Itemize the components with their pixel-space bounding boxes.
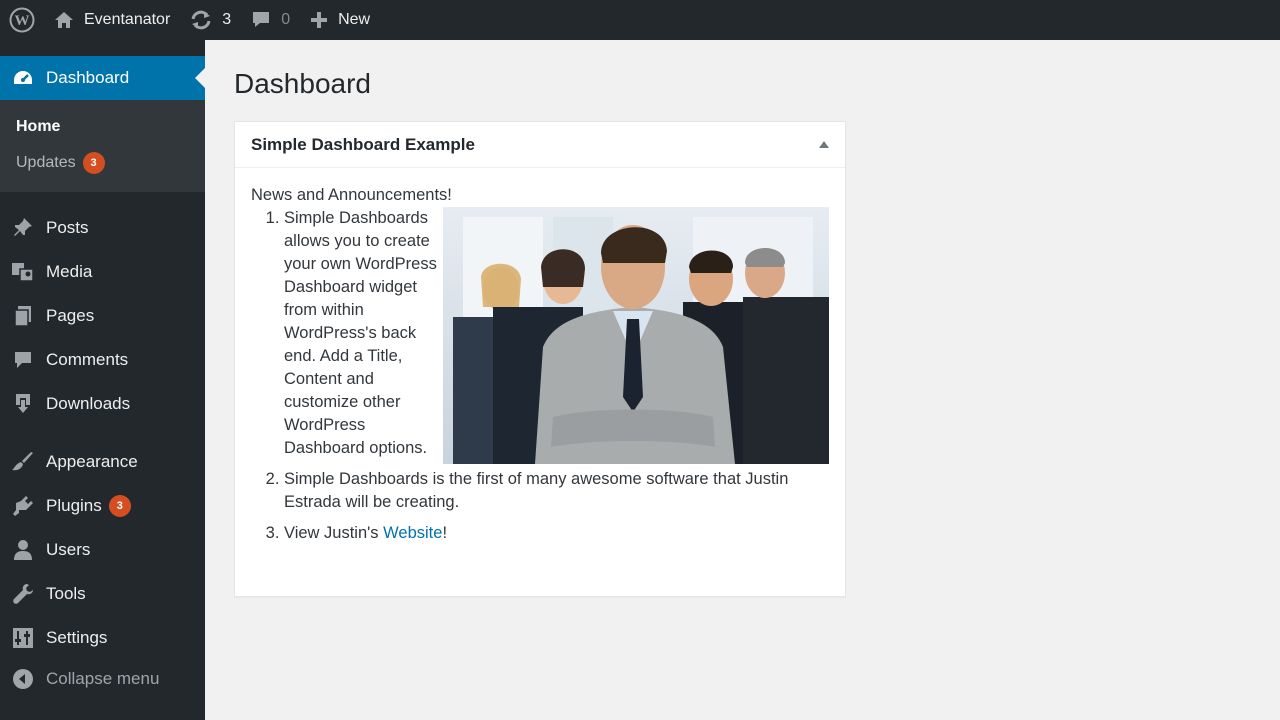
menu-item-posts[interactable]: Posts (0, 206, 205, 250)
admin-sidebar: Dashboard Home Updates 3 Posts Media Pag… (0, 40, 205, 720)
new-content-link[interactable]: New (300, 0, 380, 40)
comment-icon (251, 11, 271, 29)
submenu-home-label: Home (16, 118, 61, 135)
settings-icon (11, 626, 35, 650)
widget-header[interactable]: Simple Dashboard Example (235, 122, 845, 168)
submenu-updates-label: Updates (16, 154, 76, 171)
new-label: New (338, 11, 371, 28)
menu-item-appearance[interactable]: Appearance (0, 440, 205, 484)
dashboard-widget: Simple Dashboard Example News and Announ… (234, 121, 846, 597)
comments-count: 0 (281, 11, 291, 28)
page-title: Dashboard (234, 68, 371, 99)
menu-item-settings[interactable]: Settings (0, 616, 205, 660)
dashboard-icon (11, 66, 35, 90)
menu-label: Tools (46, 584, 86, 603)
menu-label: Pages (46, 306, 95, 325)
updates-badge: 3 (82, 152, 105, 174)
menu-label: Downloads (46, 394, 131, 413)
menu-item-tools[interactable]: Tools (0, 572, 205, 616)
submenu-item-updates[interactable]: Updates 3 (16, 152, 105, 174)
refresh-icon (190, 10, 212, 30)
menu-item-downloads[interactable]: Downloads (0, 382, 205, 426)
download-icon (11, 392, 35, 416)
wordpress-logo-icon[interactable]: W (0, 0, 44, 40)
wrench-icon (11, 582, 35, 606)
menu-label: Settings (46, 628, 108, 647)
collapse-label: Collapse menu (46, 669, 160, 688)
menu-label: Plugins (46, 496, 102, 515)
list-item: Simple Dashboards is the first of many a… (284, 468, 829, 514)
admin-bar: W Eventanator 3 0 New (0, 0, 1280, 40)
collapse-toggle-icon[interactable] (819, 141, 829, 148)
menu-item-dashboard[interactable]: Dashboard (0, 56, 205, 100)
list-item: View Justin's Website! (284, 522, 829, 545)
business-team-photo (443, 207, 829, 464)
updates-count: 3 (222, 11, 232, 28)
menu-item-users[interactable]: Users (0, 528, 205, 572)
pin-icon (11, 216, 35, 240)
user-icon (11, 538, 35, 562)
comments-link[interactable]: 0 (241, 0, 300, 40)
brush-icon (11, 450, 35, 474)
submenu-item-home[interactable]: Home (16, 118, 60, 136)
widget-title: Simple Dashboard Example (251, 134, 475, 154)
site-name-link[interactable]: Eventanator (44, 0, 180, 40)
updates-link[interactable]: 3 (180, 0, 241, 40)
menu-item-pages[interactable]: Pages (0, 294, 205, 338)
dashboard-submenu: Home Updates 3 (0, 100, 205, 192)
widget-intro: News and Announcements! (251, 186, 452, 204)
current-arrow (195, 68, 205, 88)
menu-label: Media (46, 262, 93, 281)
list-item-suffix: ! (442, 524, 448, 542)
plus-icon (310, 11, 328, 29)
menu-label: Appearance (46, 452, 138, 471)
menu-item-comments[interactable]: Comments (0, 338, 205, 382)
menu-label: Posts (46, 218, 89, 237)
list-item-text: View Justin's (284, 524, 384, 542)
widget-body: News and Announcements! 1. Simple Dashbo… (235, 168, 845, 545)
site-name: Eventanator (84, 11, 171, 28)
menu-label: Dashboard (46, 68, 130, 87)
menu-label: Users (46, 540, 91, 559)
menu-item-plugins[interactable]: Plugins 3 (0, 484, 205, 528)
plugins-badge: 3 (108, 495, 131, 517)
menu-item-media[interactable]: Media (0, 250, 205, 294)
plugin-icon (11, 494, 35, 518)
media-icon (11, 260, 35, 284)
menu-label: Comments (46, 350, 129, 369)
svg-text:W: W (15, 13, 30, 29)
collapse-menu-button[interactable]: Collapse menu (0, 657, 205, 701)
home-icon (54, 11, 74, 29)
pages-icon (11, 304, 35, 328)
collapse-icon (11, 667, 35, 691)
website-link[interactable]: Website (383, 524, 442, 542)
comment-icon (11, 348, 35, 372)
